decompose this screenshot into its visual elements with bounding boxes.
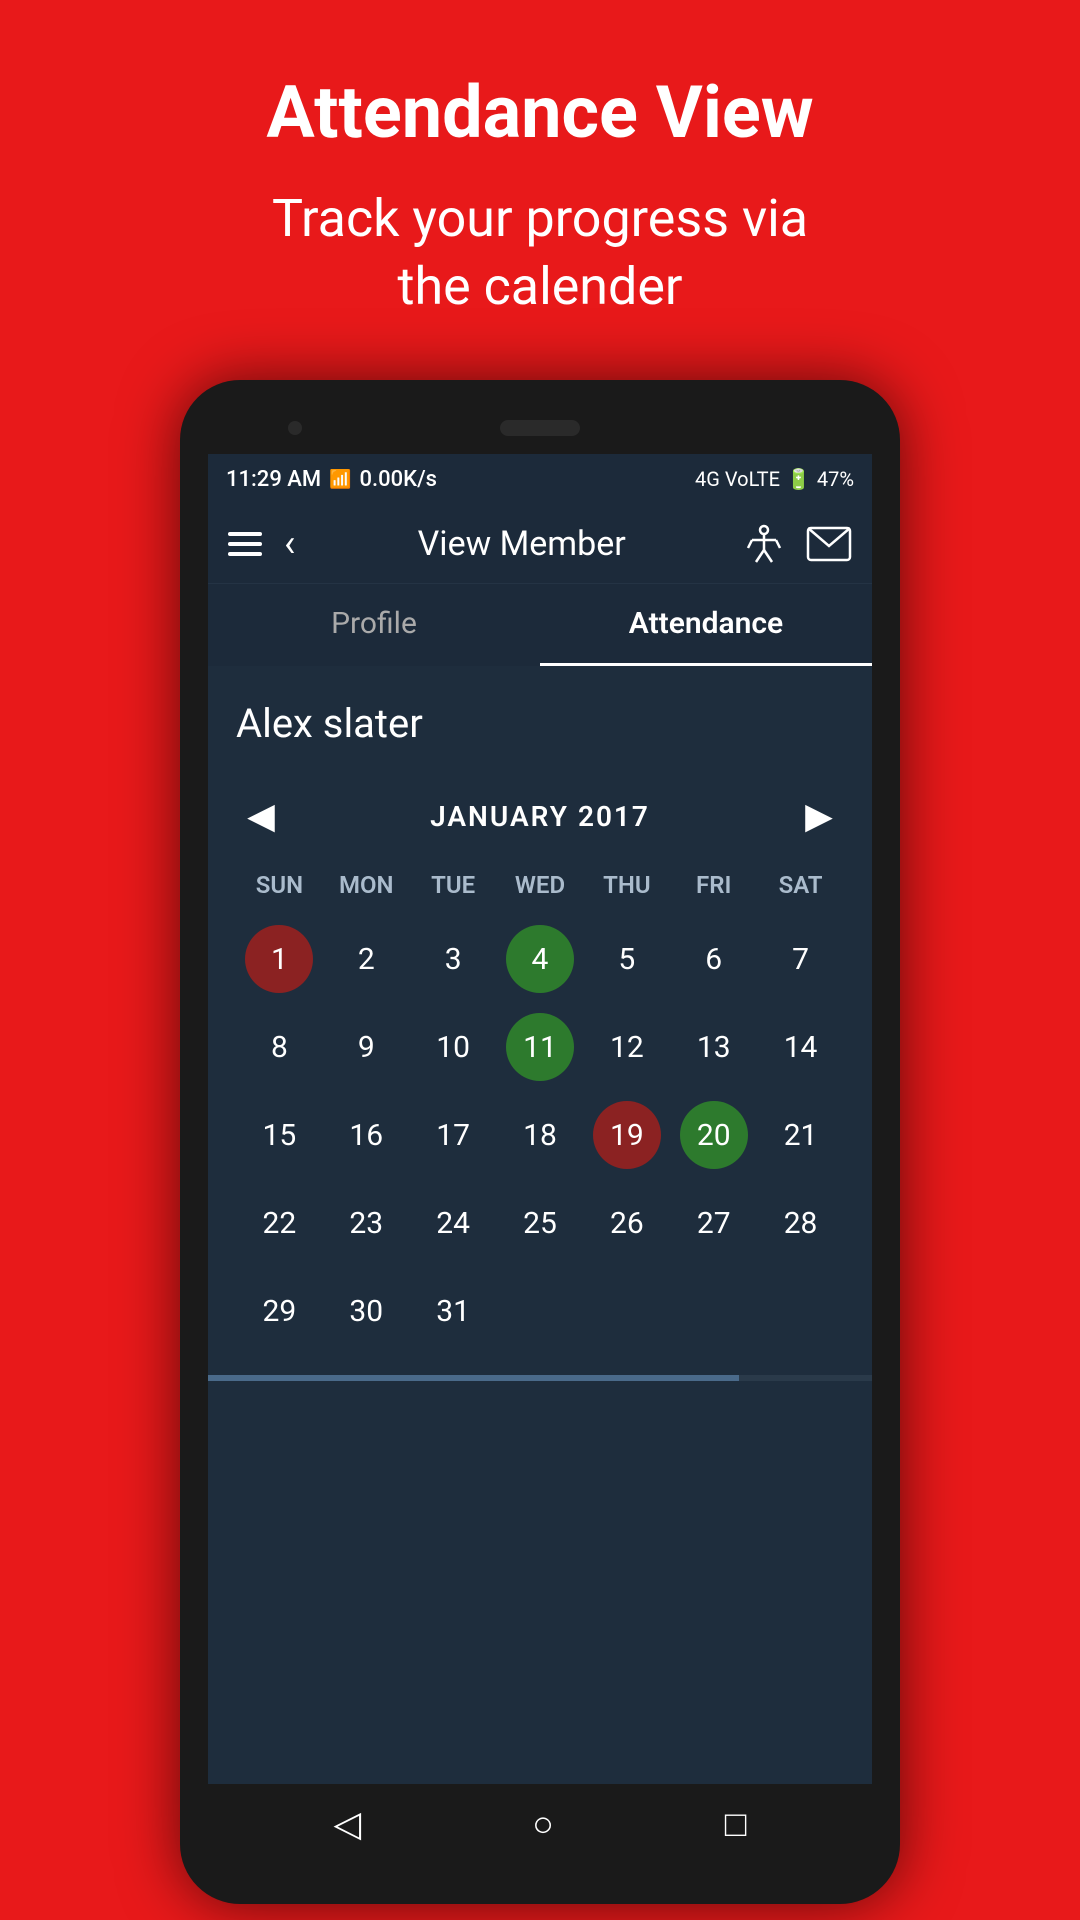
calendar-day-18[interactable]: 18: [497, 1095, 584, 1175]
calendar-day-9[interactable]: 9: [323, 1007, 410, 1087]
promo-title: Attendance View: [266, 70, 813, 155]
calendar-day-11[interactable]: 11: [497, 1007, 584, 1087]
status-left: 11:29 AM 📶 0.00K/s: [226, 467, 437, 492]
day-header-mon: MON: [323, 861, 410, 909]
calendar-day-28[interactable]: 28: [757, 1183, 844, 1263]
calendar-day-21[interactable]: 21: [757, 1095, 844, 1175]
status-bar: 11:29 AM 📶 0.00K/s 4G VoLTE 🔋 47%: [208, 454, 872, 504]
month-label: JANUARY 2017: [430, 800, 650, 833]
calendar-day-25[interactable]: 25: [497, 1183, 584, 1263]
fitness-icon[interactable]: [742, 522, 786, 566]
calendar-day-17[interactable]: 17: [410, 1095, 497, 1175]
day-header-tue: TUE: [410, 861, 497, 909]
status-network: 4G VoLTE: [695, 467, 780, 491]
day-header-sun: SUN: [236, 861, 323, 909]
calendar-day-22[interactable]: 22: [236, 1183, 323, 1263]
calendar-grid: SUN MON TUE WED THU FRI SAT 123456789101…: [236, 861, 844, 1351]
recents-nav-button[interactable]: □: [725, 1803, 747, 1845]
app-bar-title: View Member: [301, 524, 742, 564]
calendar-day-8[interactable]: 8: [236, 1007, 323, 1087]
member-name: Alex slater: [236, 690, 844, 757]
promo-section: Attendance View Track your progress viat…: [266, 0, 813, 380]
calendar-day-30[interactable]: 30: [323, 1271, 410, 1351]
scroll-indicator: [208, 1375, 872, 1381]
calendar-day-2[interactable]: 2: [323, 919, 410, 999]
month-nav: ◀ JANUARY 2017 ▶: [236, 785, 844, 861]
day-header-thu: THU: [583, 861, 670, 909]
calendar-day-5[interactable]: 5: [583, 919, 670, 999]
bottom-nav: ◁ ○ □: [208, 1784, 872, 1864]
status-data-speed: 0.00K/s: [360, 467, 437, 492]
home-nav-button[interactable]: ○: [532, 1803, 554, 1845]
calendar-day-20[interactable]: 20: [670, 1095, 757, 1175]
promo-subtitle: Track your progress viathe calender: [266, 185, 813, 320]
status-battery-icon: 🔋: [786, 467, 811, 491]
front-camera: [288, 421, 302, 435]
calendar-day-23[interactable]: 23: [323, 1183, 410, 1263]
calendar-day-3[interactable]: 3: [410, 919, 497, 999]
prev-month-button[interactable]: ◀: [236, 795, 286, 837]
calendar-day-4[interactable]: 4: [497, 919, 584, 999]
day-header-fri: FRI: [670, 861, 757, 909]
day-headers: SUN MON TUE WED THU FRI SAT: [236, 861, 844, 909]
calendar-day-10[interactable]: 10: [410, 1007, 497, 1087]
calendar-days: 1234567891011121314151617181920212223242…: [236, 919, 844, 1351]
tab-attendance[interactable]: Attendance: [540, 584, 872, 666]
calendar-day-13[interactable]: 13: [670, 1007, 757, 1087]
status-battery-pct: 47%: [817, 467, 854, 491]
next-month-button[interactable]: ▶: [794, 795, 844, 837]
calendar-day-24[interactable]: 24: [410, 1183, 497, 1263]
calendar-day-15[interactable]: 15: [236, 1095, 323, 1175]
calendar-day-7[interactable]: 7: [757, 919, 844, 999]
calendar-day-27[interactable]: 27: [670, 1183, 757, 1263]
day-header-sat: SAT: [757, 861, 844, 909]
app-bar-right: [742, 522, 852, 566]
phone-shell: 11:29 AM 📶 0.00K/s 4G VoLTE 🔋 47% ‹ View…: [180, 380, 900, 1904]
phone-top-bar: [208, 410, 872, 454]
app-bar: ‹ View Member: [208, 504, 872, 584]
calendar-day-26[interactable]: 26: [583, 1183, 670, 1263]
status-icon-sim: 📶: [329, 469, 351, 490]
calendar-day-29[interactable]: 29: [236, 1271, 323, 1351]
screen-content: Profile Attendance Alex slater ◀ JANUARY…: [208, 584, 872, 1784]
calendar-day-16[interactable]: 16: [323, 1095, 410, 1175]
calendar-day-14[interactable]: 14: [757, 1007, 844, 1087]
calendar-day-31[interactable]: 31: [410, 1271, 497, 1351]
hamburger-menu-button[interactable]: [228, 532, 262, 556]
calendar-day-1[interactable]: 1: [236, 919, 323, 999]
day-header-wed: WED: [497, 861, 584, 909]
mail-icon[interactable]: [806, 526, 852, 562]
calendar-area: Alex slater ◀ JANUARY 2017 ▶ SUN MON TUE…: [208, 666, 872, 1375]
tab-profile[interactable]: Profile: [208, 584, 540, 666]
back-nav-button[interactable]: ◁: [333, 1803, 361, 1845]
calendar-day-19[interactable]: 19: [583, 1095, 670, 1175]
app-bar-left: ‹: [228, 522, 301, 566]
calendar-day-12[interactable]: 12: [583, 1007, 670, 1087]
phone-speaker: [500, 420, 580, 436]
back-button[interactable]: ‹: [278, 522, 301, 566]
status-right: 4G VoLTE 🔋 47%: [695, 467, 854, 491]
calendar-day-6[interactable]: 6: [670, 919, 757, 999]
status-time: 11:29 AM: [226, 467, 321, 492]
tabs-bar: Profile Attendance: [208, 584, 872, 666]
